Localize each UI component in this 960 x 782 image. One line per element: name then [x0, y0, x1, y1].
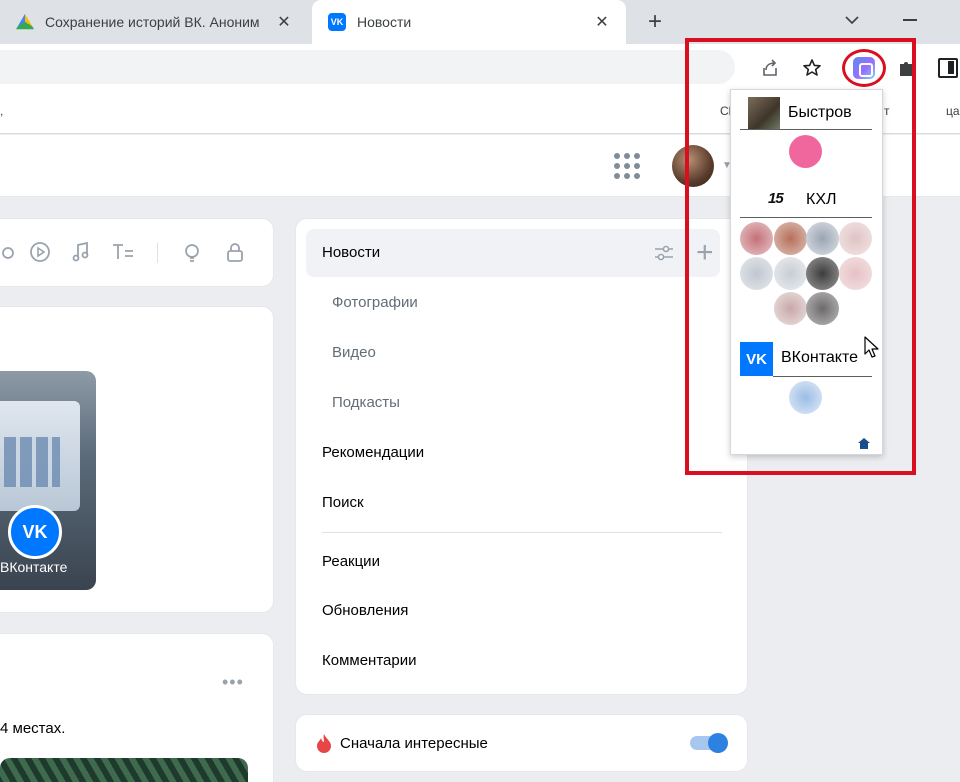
menu-item-video[interactable]: Видео [332, 344, 376, 361]
tab-news[interactable]: VK Новости ✕ [312, 0, 626, 44]
menu-item-reactions[interactable]: Реакции [322, 553, 380, 570]
flame-icon [315, 733, 333, 758]
bookmark-item[interactable]: , [0, 104, 3, 118]
post-image[interactable] [0, 758, 248, 782]
tab-title: Сохранение историй ВК. Аноним [45, 14, 260, 30]
interesting-first-label: Сначала интересные [340, 735, 488, 752]
more-options-icon[interactable]: ••• [222, 672, 244, 693]
menu-item-podcasts[interactable]: Подкасты [332, 394, 400, 411]
chevron-down-icon [845, 16, 859, 25]
minimize-button[interactable] [900, 10, 920, 30]
tab-stories-saver[interactable]: Сохранение историй ВК. Аноним ✕ [0, 0, 308, 44]
apps-grid-icon[interactable] [614, 153, 640, 179]
idea-icon[interactable] [181, 240, 205, 264]
menu-item-updates[interactable]: Обновления [322, 602, 408, 619]
menu-item-comments[interactable]: Комментарии [322, 652, 416, 669]
story-author: ВКонтакте [0, 559, 68, 575]
story-item[interactable] [0, 371, 96, 590]
lock-icon[interactable] [223, 240, 247, 264]
menu-divider [322, 532, 722, 533]
sliders-icon[interactable] [653, 243, 675, 263]
vk-logo-icon: VK [8, 505, 62, 559]
story-preview [0, 401, 80, 511]
highlight-rectangle [685, 38, 916, 475]
post-text: 4 местах. [0, 720, 66, 737]
close-icon[interactable]: ✕ [590, 10, 614, 34]
camera-icon[interactable] [0, 240, 20, 264]
menu-item-recommendations[interactable]: Рекомендации [322, 444, 424, 461]
drive-icon [16, 13, 34, 30]
new-tab-button[interactable]: + [641, 8, 669, 36]
bookmark-item[interactable]: ца [946, 104, 960, 118]
text-icon[interactable] [111, 240, 135, 264]
music-icon[interactable] [69, 240, 93, 264]
vk-icon: VK [328, 13, 346, 31]
tab-title: Новости [357, 14, 412, 30]
composer-divider [157, 243, 158, 263]
address-bar[interactable] [0, 50, 735, 84]
close-icon[interactable]: ✕ [272, 10, 296, 34]
side-panel-icon[interactable] [938, 58, 958, 78]
menu-item-search[interactable]: Поиск [322, 494, 364, 511]
menu-item-photos[interactable]: Фотографии [332, 294, 418, 311]
menu-item-news[interactable]: Новости [322, 244, 380, 261]
tab-search-button[interactable] [840, 8, 864, 32]
interesting-first-toggle[interactable] [690, 733, 728, 753]
play-icon[interactable] [28, 240, 52, 264]
mouse-cursor-icon [864, 336, 879, 358]
